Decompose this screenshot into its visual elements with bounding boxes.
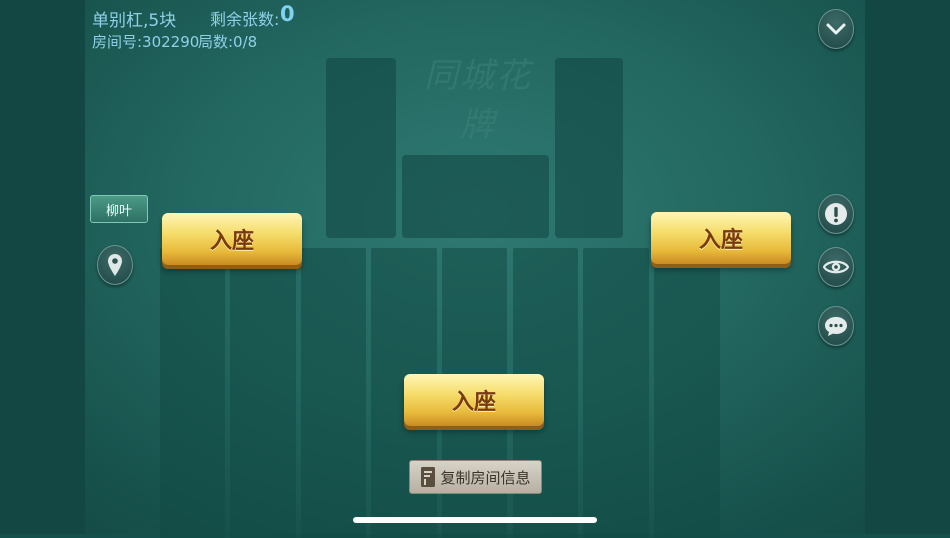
chat-button[interactable] bbox=[818, 306, 854, 346]
exclamation-icon bbox=[825, 203, 847, 225]
rules-info-button[interactable] bbox=[818, 194, 854, 234]
top-right-slot bbox=[555, 58, 623, 238]
sit-button-bottom[interactable]: 入座 bbox=[404, 374, 544, 426]
table-column bbox=[301, 248, 366, 538]
location-pin-icon bbox=[108, 254, 122, 276]
copy-room-info-button[interactable]: 复制房间信息 bbox=[409, 460, 542, 494]
sit-button-label: 入座 bbox=[451, 390, 496, 415]
table-column bbox=[230, 248, 296, 538]
player-name-tag: 柳叶 bbox=[90, 195, 148, 223]
top-left-slot bbox=[326, 58, 396, 238]
chevron-down-icon bbox=[826, 23, 846, 35]
right-margin bbox=[865, 0, 950, 534]
spectate-button[interactable] bbox=[818, 247, 854, 287]
table-column bbox=[654, 248, 720, 538]
remaining-cards-count: 0 bbox=[280, 2, 295, 26]
document-icon bbox=[421, 467, 436, 487]
collapse-menu-button[interactable] bbox=[818, 9, 854, 49]
sit-button-right[interactable]: 入座 bbox=[651, 212, 791, 264]
sit-button-label: 入座 bbox=[698, 228, 743, 253]
chat-bubble-icon bbox=[825, 317, 847, 336]
table-column bbox=[160, 248, 225, 538]
round-counter: 局数:0/8 bbox=[198, 33, 258, 51]
left-margin bbox=[0, 0, 85, 534]
game-table: 同城花牌 单别杠,5块 剩余张数: 0 房间号:302290 局数:0/8 柳叶… bbox=[0, 0, 950, 538]
player-name: 柳叶 bbox=[105, 203, 132, 219]
eye-icon bbox=[823, 260, 849, 274]
sit-button-left[interactable]: 入座 bbox=[162, 213, 302, 265]
location-button[interactable] bbox=[97, 245, 133, 285]
game-logo-watermark: 同城花牌 bbox=[424, 56, 532, 145]
copy-room-info-label: 复制房间信息 bbox=[440, 468, 531, 487]
sit-button-label: 入座 bbox=[209, 229, 254, 254]
game-rule-text: 单别杠,5块 bbox=[92, 11, 177, 31]
remaining-cards-label: 剩余张数: bbox=[210, 10, 280, 29]
table-column bbox=[583, 248, 649, 538]
top-center-slot bbox=[402, 155, 549, 238]
home-indicator[interactable] bbox=[353, 517, 597, 523]
room-number: 房间号:302290 bbox=[92, 33, 200, 51]
